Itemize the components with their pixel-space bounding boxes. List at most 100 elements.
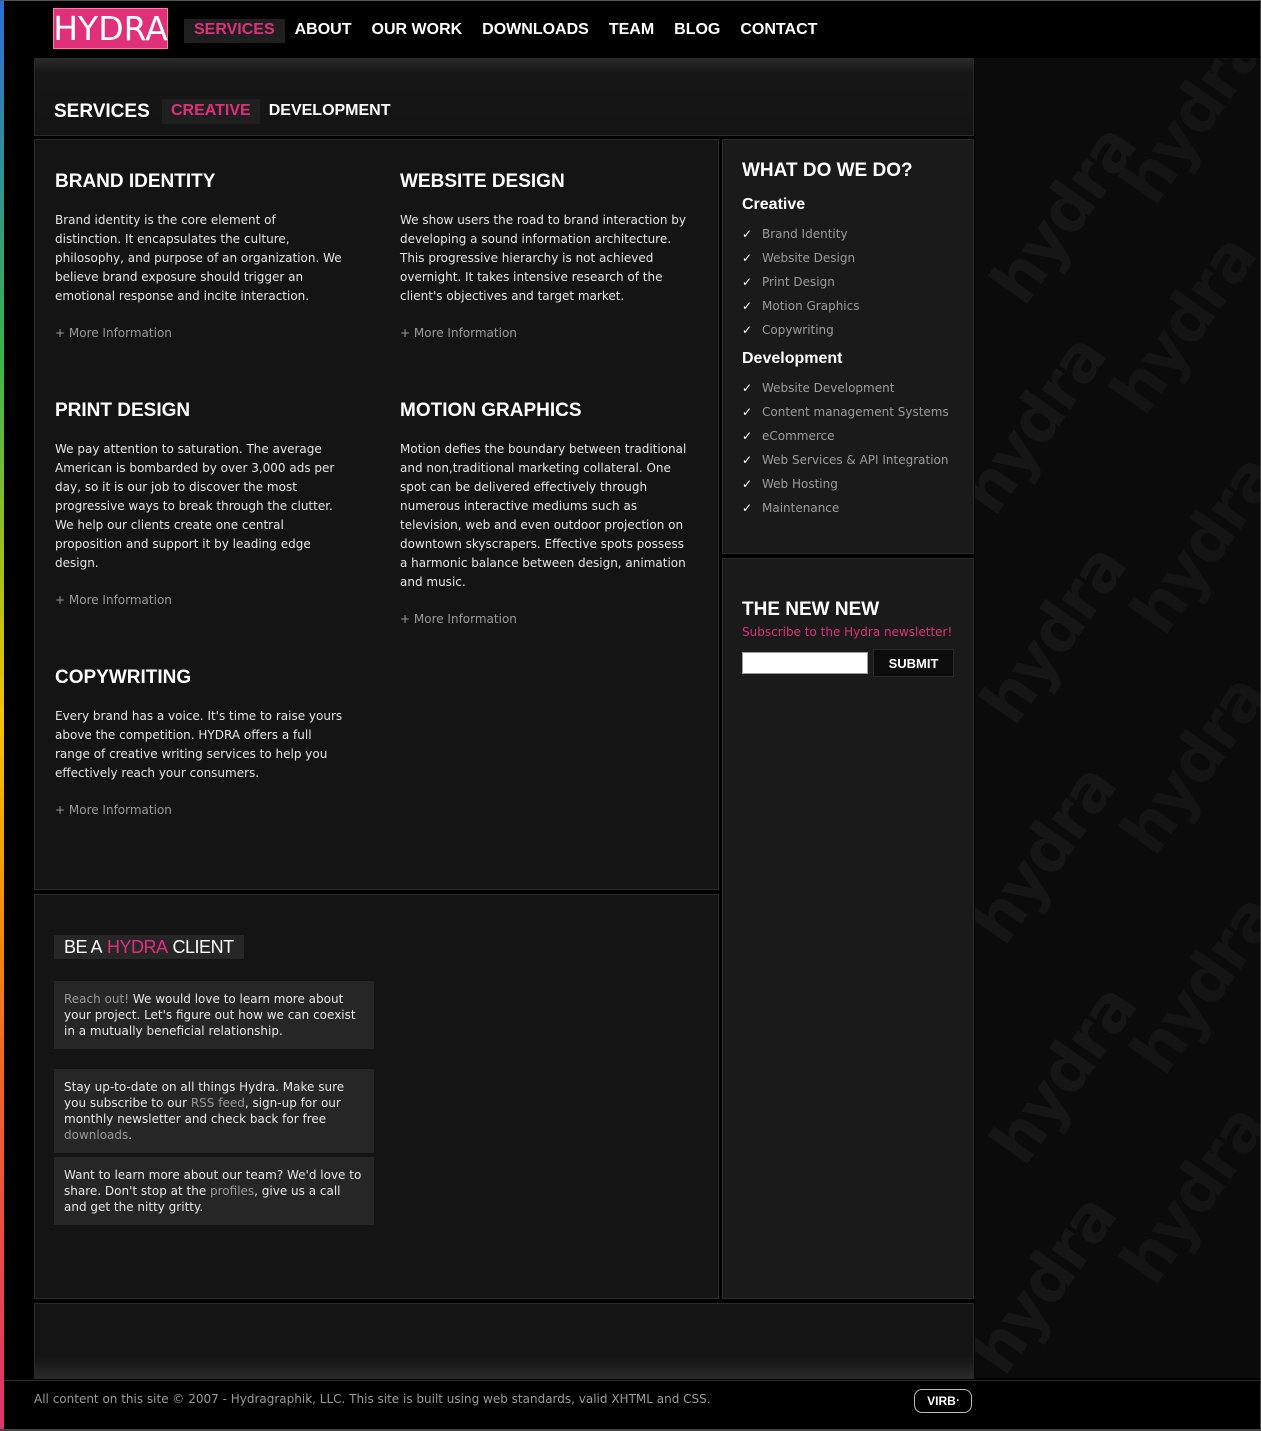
virb-badge-label: VIRB <box>927 1394 956 1408</box>
development-heading: Development <box>742 350 843 367</box>
service-website-design: WEBSITE DESIGN We show users the road to… <box>400 171 690 340</box>
background-watermark: hydra hydra hydra hydra hydra hydra hydr… <box>975 58 1260 1378</box>
services-panel: BRAND IDENTITY Brand identity is the cor… <box>34 139 719 890</box>
creative-heading: Creative <box>742 196 806 213</box>
client-box-team: Want to learn more about our team? We'd … <box>54 1157 374 1225</box>
nav-item-blog[interactable]: BLOG <box>664 19 730 43</box>
more-information-link[interactable]: + More Information <box>400 612 690 626</box>
list-item-label: Print Design <box>762 275 835 289</box>
section-header: SERVICES CREATIVE DEVELOPMENT <box>34 58 974 135</box>
list-item[interactable]: ✓ Content management Systems <box>742 400 949 424</box>
list-item[interactable]: ✓ Maintenance <box>742 496 949 520</box>
nav-item-about[interactable]: ABOUT <box>285 19 362 43</box>
more-information-link[interactable]: + More Information <box>55 593 335 607</box>
list-item[interactable]: ✓ Web Hosting <box>742 472 949 496</box>
service-copywriting: COPYWRITING Every brand has a voice. It'… <box>55 667 345 817</box>
nav-item-our-work[interactable]: OUR WORK <box>362 19 473 43</box>
virb-badge[interactable]: VIRB • <box>914 1389 972 1413</box>
list-item[interactable]: ✓ Copywriting <box>742 318 860 342</box>
nav-item-contact[interactable]: CONTACT <box>730 19 827 43</box>
service-title: BRAND IDENTITY <box>55 171 216 192</box>
service-description: Every brand has a voice. It's time to ra… <box>55 709 343 780</box>
virb-badge-mark: • <box>956 1398 959 1404</box>
nav-item-team[interactable]: TEAM <box>599 19 664 43</box>
client-title-brand: HYDRA <box>107 936 168 957</box>
check-icon: ✓ <box>742 381 753 395</box>
check-icon: ✓ <box>742 299 753 313</box>
list-item-label: Web Hosting <box>762 477 838 491</box>
development-list: ✓ Website Development ✓ Content management… <box>742 376 949 520</box>
check-icon: ✓ <box>742 323 753 337</box>
site-header: HYDRA SERVICES ABOUT OUR WORK DOWNLOADS … <box>4 1 1260 57</box>
list-item-label: Motion Graphics <box>762 299 860 313</box>
service-title: MOTION GRAPHICS <box>400 400 582 421</box>
client-title-post: CLIENT <box>172 936 235 957</box>
list-item-label: Website Development <box>762 381 895 395</box>
check-icon: ✓ <box>742 477 753 491</box>
check-icon: ✓ <box>742 429 753 443</box>
list-item-label: Content management Systems <box>762 405 949 419</box>
list-item[interactable]: ✓ Website Development <box>742 376 949 400</box>
main-nav: SERVICES ABOUT OUR WORK DOWNLOADS TEAM B… <box>184 19 827 43</box>
list-item-label: eCommerce <box>762 429 835 443</box>
reach-out-link[interactable]: Reach out! <box>64 992 129 1006</box>
submit-button[interactable]: SUBMIT <box>873 649 954 677</box>
list-item[interactable]: ✓ Web Services & API Integration <box>742 448 949 472</box>
list-item[interactable]: ✓ eCommerce <box>742 424 949 448</box>
check-icon: ✓ <box>742 275 753 289</box>
more-information-link[interactable]: + More Information <box>55 803 345 817</box>
tab-creative[interactable]: CREATIVE <box>162 99 260 124</box>
service-description: Motion defies the boundary between tradi… <box>400 442 687 589</box>
list-item[interactable]: ✓ Motion Graphics <box>742 294 860 318</box>
service-description: We show users the road to brand interact… <box>400 213 686 303</box>
panel-title: WHAT DO WE DO? <box>742 160 913 181</box>
service-description: Brand identity is the core element of di… <box>55 213 342 303</box>
profiles-link[interactable]: profiles <box>210 1184 254 1198</box>
newsletter-tagline: Subscribe to the Hydra newsletter! <box>742 625 953 639</box>
client-panel: BE A HYDRA CLIENT Reach out! We would love… <box>34 894 719 1299</box>
tab-development[interactable]: DEVELOPMENT <box>260 99 400 124</box>
nav-item-services[interactable]: SERVICES <box>184 19 285 43</box>
client-box-text: . <box>128 1128 133 1142</box>
site-footer: All content on this site © 2007 - Hydrag… <box>4 1380 1260 1429</box>
check-icon: ✓ <box>742 405 753 419</box>
list-item-label: Brand Identity <box>762 227 848 241</box>
list-item[interactable]: ✓ Website Design <box>742 246 860 270</box>
rainbow-edge-strip <box>0 0 4 1431</box>
service-description: We pay attention to saturation. The aver… <box>55 442 335 570</box>
nav-item-downloads[interactable]: DOWNLOADS <box>472 19 599 43</box>
service-brand-identity: BRAND IDENTITY Brand identity is the cor… <box>55 171 345 340</box>
more-information-link[interactable]: + More Information <box>55 326 345 340</box>
creative-list: ✓ Brand Identity ✓ Website Design ✓ Print D… <box>742 222 860 342</box>
list-item-label: Copywriting <box>762 323 834 337</box>
list-item-label: Maintenance <box>762 501 840 515</box>
service-title: COPYWRITING <box>55 667 192 688</box>
service-print-design: PRINT DESIGN We pay attention to saturat… <box>55 400 335 607</box>
service-title: WEBSITE DESIGN <box>400 171 565 192</box>
service-motion-graphics: MOTION GRAPHICS Motion defies the bounda… <box>400 400 690 626</box>
client-box-reach-out: Reach out! We would love to learn more a… <box>54 981 374 1049</box>
list-item-label: Web Services & API Integration <box>762 453 949 467</box>
section-tabs: CREATIVE DEVELOPMENT <box>162 99 400 124</box>
bottom-band <box>34 1303 974 1379</box>
newsletter-panel: THE NEW NEW Subscribe to the Hydra newsl… <box>722 558 974 1299</box>
newsletter-email-input[interactable] <box>742 652 868 674</box>
hydra-logo[interactable]: HYDRA <box>53 8 168 49</box>
rss-feed-link[interactable]: RSS feed <box>191 1096 245 1110</box>
service-title: PRINT DESIGN <box>55 400 191 421</box>
downloads-link[interactable]: downloads <box>64 1128 128 1142</box>
divider <box>34 135 974 136</box>
what-do-we-do-panel: WHAT DO WE DO? Creative ✓ Brand Identity … <box>722 139 974 554</box>
list-item[interactable]: ✓ Print Design <box>742 270 860 294</box>
check-icon: ✓ <box>742 501 753 515</box>
client-title: BE A HYDRA CLIENT <box>54 935 244 959</box>
client-title-pre: BE A <box>64 936 103 957</box>
page-title: SERVICES <box>54 101 150 122</box>
list-item-label: Website Design <box>762 251 856 265</box>
newsletter-title: THE NEW NEW <box>742 599 880 620</box>
logo-text: HYDRA <box>53 9 168 48</box>
list-item[interactable]: ✓ Brand Identity <box>742 222 860 246</box>
more-information-link[interactable]: + More Information <box>400 326 690 340</box>
check-icon: ✓ <box>742 251 753 265</box>
copyright-text: All content on this site © 2007 - Hydrag… <box>34 1392 711 1406</box>
